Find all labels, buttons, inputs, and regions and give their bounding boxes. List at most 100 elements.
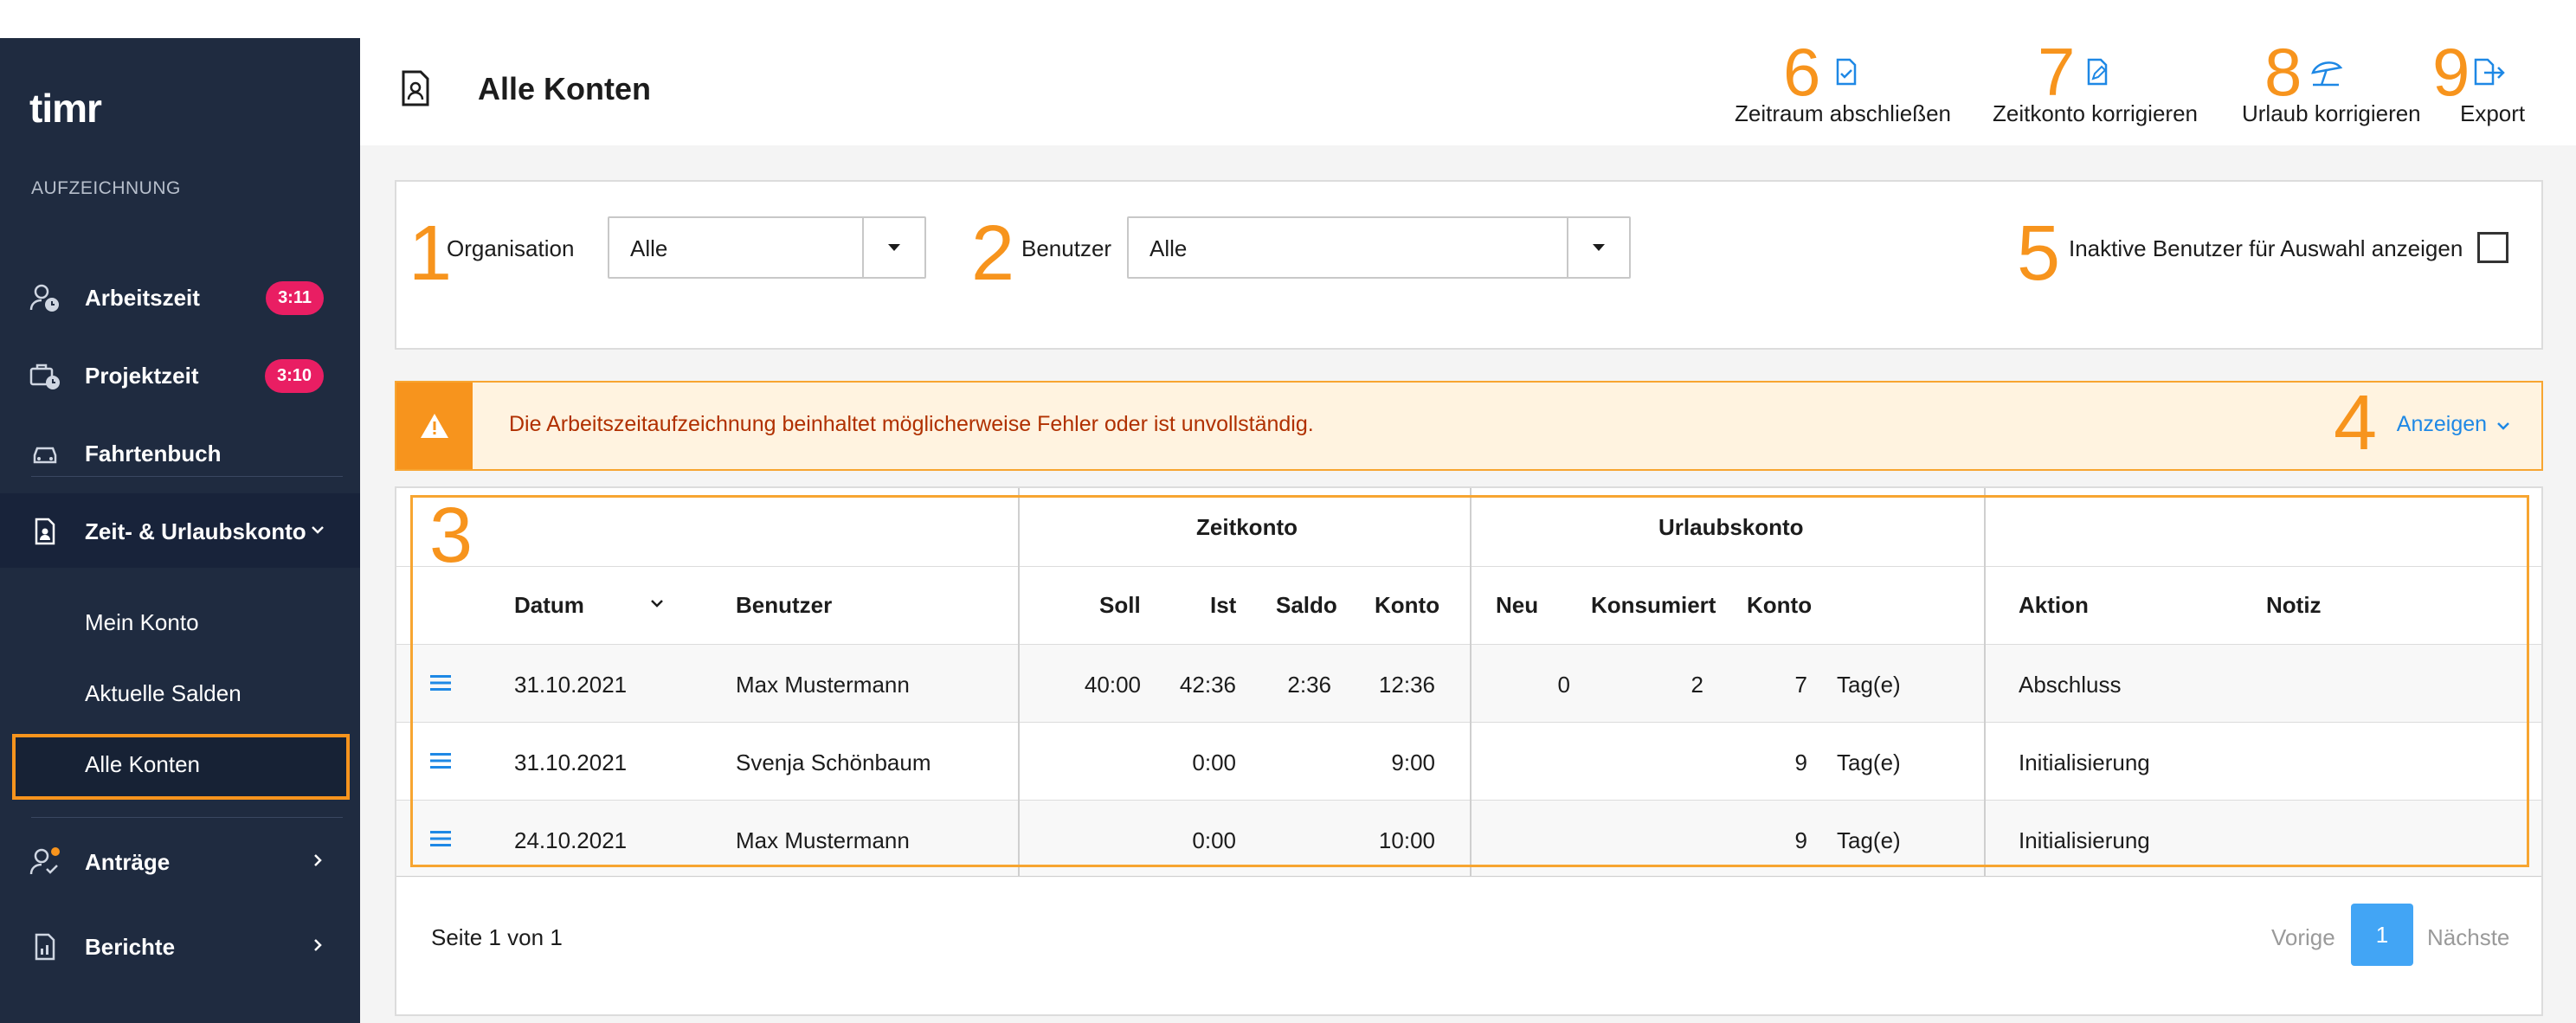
cell-datum: 31.10.2021 [514, 750, 628, 775]
pagination-page-1[interactable]: 1 [2351, 904, 2413, 966]
cell-saldo: 2:36 [1287, 672, 1331, 698]
column-separator [1984, 488, 1986, 876]
warning-icon [396, 383, 473, 469]
table-row-bg [396, 800, 2541, 878]
document-user-icon [398, 69, 433, 107]
table-divider [396, 876, 2541, 877]
sidebar-divider [31, 817, 343, 818]
cell-benutzer: Max Mustermann [736, 672, 910, 698]
organisation-select[interactable]: Alle [608, 216, 926, 279]
cell-unit: Tag(e) [1837, 750, 1901, 775]
caret-down-icon[interactable] [1567, 218, 1629, 277]
cell-aktion: Initialisierung [2019, 750, 2150, 775]
benutzer-label: Benutzer [1021, 235, 1112, 261]
sidebar-subitem-mein-konto[interactable]: Mein Konto [85, 609, 199, 636]
arbeitszeit-badge: 3:11 [266, 280, 324, 315]
callout-number-9: 9 [2432, 34, 2470, 110]
timr-logo[interactable]: timr [29, 74, 133, 135]
inactive-users-checkbox[interactable] [2477, 232, 2508, 263]
pagination-next[interactable]: Nächste [2427, 924, 2509, 951]
page-header: Alle Konten 6 Zeitraum abschließen 7 Zei… [360, 38, 2576, 146]
table-row-bg [396, 644, 2541, 722]
column-separator [1470, 488, 1472, 876]
cell-neu: 0 [1557, 672, 1570, 698]
cell-konto: 12:36 [1378, 672, 1435, 698]
user-clock-icon [29, 282, 61, 313]
cell-benutzer: Max Mustermann [736, 827, 910, 853]
document-check-icon [1832, 57, 1861, 87]
cell-datum: 24.10.2021 [514, 827, 628, 853]
sidebar-item-zeit-urlaubskonto[interactable]: Zeit- & Urlaubskonto [0, 497, 360, 566]
callout-number-3: 3 [429, 492, 473, 579]
cell-aktion: Abschluss [2019, 672, 2122, 698]
sidebar-item-label: Berichte [85, 933, 176, 960]
sidebar-item-projektzeit[interactable]: Projektzeit 3:10 [0, 341, 360, 410]
callout-number-5: 5 [2017, 210, 2061, 297]
alert-message: Die Arbeitszeitaufzeichnung beinhaltet m… [509, 412, 1314, 436]
row-menu-icon[interactable] [429, 673, 452, 692]
sidebar-divider [31, 476, 343, 477]
export-icon [2472, 57, 2505, 87]
action-label: Zeitraum abschließen [1735, 100, 1951, 126]
column-header-konto: Konto [1375, 592, 1440, 618]
pagination-prev[interactable]: Vorige [2271, 924, 2335, 951]
table-divider [396, 644, 2541, 645]
row-menu-icon[interactable] [429, 829, 452, 848]
cell-urlaub-konto: 9 [1794, 827, 1807, 853]
briefcase-clock-icon [29, 360, 61, 391]
caret-down-icon[interactable] [862, 218, 924, 277]
chevron-down-icon [310, 519, 325, 544]
table-divider [396, 566, 2541, 567]
cell-ist: 0:00 [1192, 827, 1236, 853]
inactive-users-label: Inaktive Benutzer für Auswahl anzeigen [2069, 235, 2463, 261]
cell-konto: 9:00 [1391, 750, 1435, 775]
callout-number-8: 8 [2264, 34, 2302, 110]
benutzer-select[interactable]: Alle [1127, 216, 1631, 279]
cell-urlaub-konto: 9 [1794, 750, 1807, 775]
column-header-datum[interactable]: Datum [514, 592, 584, 619]
cell-konto: 10:00 [1378, 827, 1435, 853]
column-header-soll: Soll [1099, 592, 1141, 618]
sidebar-item-label: Projektzeit [85, 362, 199, 389]
group-header-zeitkonto: Zeitkonto [1196, 514, 1298, 540]
group-header-urlaubskonto: Urlaubskonto [1658, 514, 1804, 540]
action-label: Export [2460, 100, 2526, 126]
sidebar-item-arbeitszeit[interactable]: Arbeitszeit 3:11 [0, 263, 360, 332]
filter-panel: 1 Organisation Alle 2 Benutzer Alle 5 In… [395, 180, 2543, 350]
cell-ist: 42:36 [1179, 672, 1236, 698]
car-icon [29, 438, 61, 469]
sidebar-item-label: Fahrtenbuch [85, 440, 222, 466]
sort-chevron-down-icon[interactable] [649, 595, 665, 615]
cell-unit: Tag(e) [1837, 672, 1901, 698]
projektzeit-badge: 3:10 [264, 358, 324, 393]
organisation-label: Organisation [447, 235, 575, 261]
sidebar-item-fahrtenbuch[interactable]: Fahrtenbuch [0, 419, 360, 488]
select-value: Alle [1150, 235, 1188, 261]
column-header-notiz: Notiz [2266, 592, 2322, 618]
column-header-urlaub-konto: Konto [1747, 592, 1813, 618]
sidebar-item-berichte[interactable]: Berichte [0, 912, 360, 981]
table-divider [396, 722, 2541, 723]
action-label: Urlaub korrigieren [2242, 100, 2421, 126]
warning-alert: Die Arbeitszeitaufzeichnung beinhaltet m… [395, 381, 2543, 471]
table-row-bg [396, 722, 2541, 800]
column-header-label: Datum [514, 592, 584, 618]
column-header-konsumiert: Konsumiert [1591, 592, 1716, 618]
cell-aktion: Initialisierung [2019, 827, 2150, 853]
document-user-icon [29, 516, 61, 547]
column-header-neu: Neu [1496, 592, 1539, 618]
column-header-aktion: Aktion [2019, 592, 2089, 618]
sidebar-subitem-aktuelle-salden[interactable]: Aktuelle Salden [85, 680, 242, 707]
sidebar-subitem-alle-konten[interactable]: Alle Konten [85, 751, 200, 778]
anzeigen-link[interactable]: Anzeigen [2397, 412, 2510, 437]
select-value: Alle [630, 235, 668, 261]
row-menu-icon[interactable] [429, 751, 452, 770]
page-title: Alle Konten [478, 71, 652, 106]
section-label-aufzeichnung: AUFZEICHNUNG [31, 178, 181, 198]
pagination-info: Seite 1 von 1 [431, 924, 563, 950]
document-edit-icon [2083, 57, 2112, 87]
sidebar-item-label: Arbeitszeit [85, 284, 200, 311]
cell-ist: 0:00 [1192, 750, 1236, 775]
sidebar-item-antraege[interactable]: Anträge [0, 827, 360, 897]
callout-number-7: 7 [2038, 34, 2076, 110]
